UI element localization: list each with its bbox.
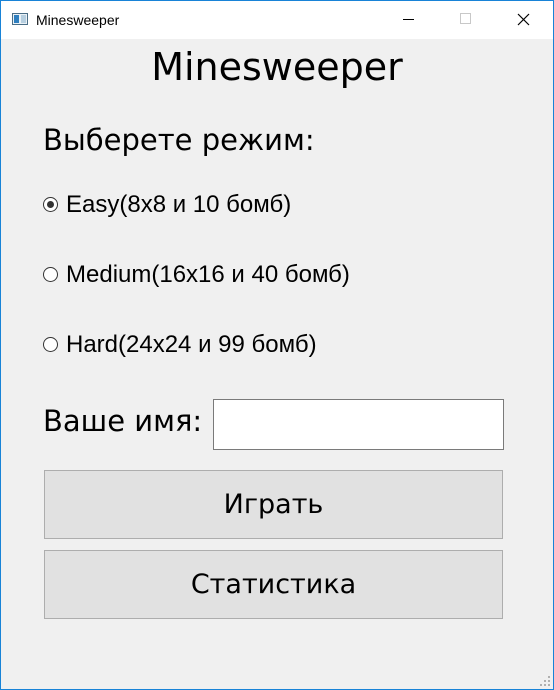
page-title: Minesweeper (151, 45, 403, 89)
statistics-button[interactable]: Статистика (44, 550, 503, 619)
radio-medium-label[interactable]: Medium(16x16 и 40 бомб) (66, 259, 350, 291)
radio-hard-label[interactable]: Hard(24x24 и 99 бомб) (66, 329, 317, 361)
minimize-button[interactable] (379, 1, 437, 39)
close-icon (517, 13, 530, 26)
radio-selected-dot (47, 201, 54, 208)
window-title: Minesweeper (36, 12, 120, 28)
app-window: Minesweeper Minesweeper Выберете режим: … (0, 0, 554, 690)
name-label: Ваше имя: (43, 404, 203, 438)
radio-easy-indicator[interactable] (43, 197, 58, 212)
radio-hard-indicator[interactable] (43, 337, 58, 352)
mode-prompt-label: Выберете режим: (43, 123, 315, 157)
name-input[interactable] (213, 399, 504, 450)
minesweeper-app-icon (12, 13, 28, 25)
radio-easy-label[interactable]: Easy(8x8 и 10 бомб) (66, 189, 291, 221)
title-bar[interactable]: Minesweeper (1, 1, 553, 39)
maximize-button[interactable] (437, 1, 495, 39)
maximize-icon (460, 13, 471, 24)
radio-medium-indicator[interactable] (43, 267, 58, 282)
minimize-icon (403, 19, 414, 20)
resize-grip-icon[interactable] (539, 675, 551, 687)
play-button[interactable]: Играть (44, 470, 503, 539)
close-button[interactable] (495, 1, 553, 39)
